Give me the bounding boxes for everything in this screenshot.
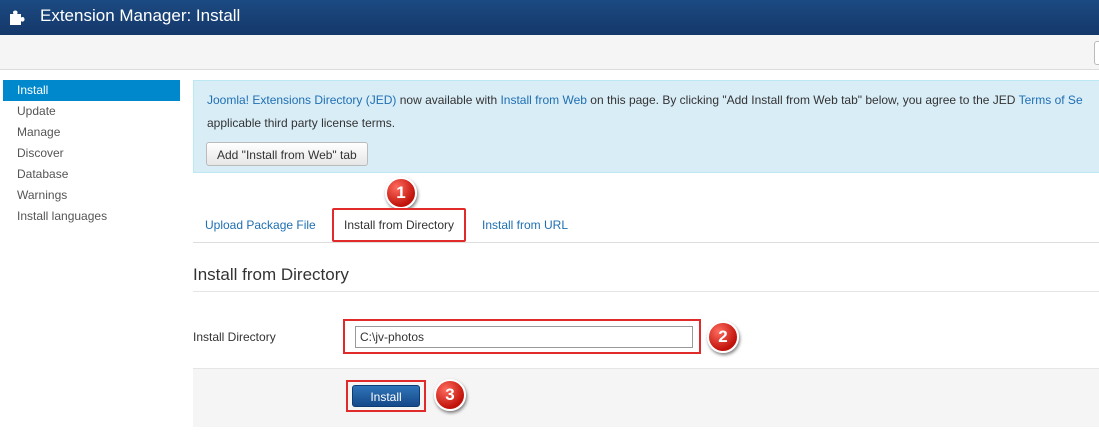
install-button[interactable]: Install <box>352 385 420 407</box>
tab-install-from-url[interactable]: Install from URL <box>482 209 568 241</box>
jed-link[interactable]: Joomla! Extensions Directory (JED) <box>207 93 396 107</box>
sidebar-item-update[interactable]: Update <box>0 101 180 122</box>
section-title: Install from Directory <box>193 265 349 284</box>
sidebar-item-install[interactable]: Install <box>3 80 180 101</box>
install-from-web-link[interactable]: Install from Web <box>500 93 586 107</box>
terms-of-service-link[interactable]: Terms of Se <box>1019 93 1083 107</box>
step-badge-1: 1 <box>385 177 417 209</box>
jed-message-line-2: applicable third party license terms. <box>207 116 396 130</box>
step-badge-3: 3 <box>434 379 466 411</box>
install-button-highlight: Install <box>346 380 426 412</box>
header-bar: Extension Manager: Install <box>0 0 1099 35</box>
toolbar-button[interactable] <box>1094 41 1099 65</box>
install-tabs: Upload Package File Install from Directo… <box>193 208 1099 243</box>
sidebar-item-manage[interactable]: Manage <box>0 122 180 143</box>
sidebar-item-install-languages[interactable]: Install languages <box>0 206 180 227</box>
jed-info-panel: Joomla! Extensions Directory (JED) now a… <box>193 80 1099 173</box>
sidebar-item-discover[interactable]: Discover <box>0 143 180 164</box>
sidebar-item-warnings[interactable]: Warnings <box>0 185 180 206</box>
tab-install-from-directory[interactable]: Install from Directory <box>332 208 467 242</box>
step-badge-2: 2 <box>707 321 739 353</box>
jed-text-2: on this page. By clicking "Add Install f… <box>586 93 1019 107</box>
sidebar: Install Update Manage Discover Database … <box>0 80 180 227</box>
divider <box>193 291 1099 292</box>
install-directory-input[interactable] <box>355 326 693 348</box>
sidebar-item-database[interactable]: Database <box>0 164 180 185</box>
add-install-from-web-tab-button[interactable]: Add "Install from Web" tab <box>206 142 368 166</box>
install-directory-label: Install Directory <box>193 330 276 344</box>
toolbar <box>0 35 1099 70</box>
puzzle-icon <box>10 10 25 25</box>
jed-message: Joomla! Extensions Directory (JED) now a… <box>207 93 1083 107</box>
page-title: Extension Manager: Install <box>40 6 241 25</box>
form-actions: Install <box>193 368 1099 427</box>
install-directory-highlight <box>343 319 701 354</box>
jed-text-1: now available with <box>396 93 501 107</box>
tab-upload-package-file[interactable]: Upload Package File <box>205 209 316 241</box>
